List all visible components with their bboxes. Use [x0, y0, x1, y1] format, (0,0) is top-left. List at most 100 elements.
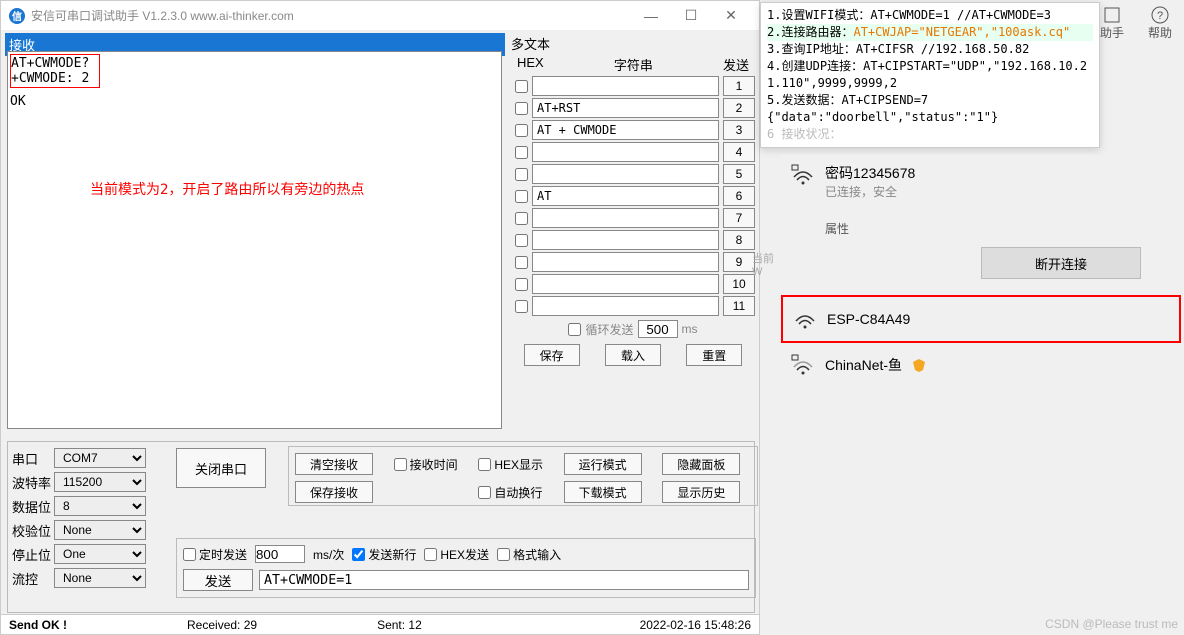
status-received: Received: 29 — [187, 618, 257, 632]
recv-line: AT+CWMODE? — [11, 56, 99, 71]
hex-send-checkbox[interactable]: HEX发送 — [424, 546, 489, 563]
hex-checkbox[interactable] — [515, 146, 528, 159]
hex-checkbox[interactable] — [515, 102, 528, 115]
serial-panel: 串口COM7 波特率115200 数据位8 校验位None 停止位One 流控N… — [7, 441, 755, 613]
cmd-input[interactable] — [532, 230, 719, 250]
show-history-button[interactable]: 显示历史 — [662, 481, 740, 503]
auto-wrap-checkbox[interactable]: 自动换行 — [478, 484, 553, 501]
multi-head: HEX 字符串 发送 — [511, 55, 755, 74]
titlebar: 信 安信可串口调试助手 V1.2.3.0 www.ai-thinker.com … — [1, 1, 759, 31]
save-button[interactable]: 保存 — [524, 344, 580, 366]
close-button[interactable]: ✕ — [711, 7, 751, 24]
multi-row: 1 — [511, 76, 755, 96]
send-n-button[interactable]: 11 — [723, 296, 755, 316]
toolbar: 清空接收 接收时间 HEX显示 运行模式 隐藏面板 保存接收 自动换行 下载模式… — [288, 446, 758, 506]
multi-row: 6 — [511, 186, 755, 206]
clear-recv-button[interactable]: 清空接收 — [295, 453, 373, 475]
send-n-button[interactable]: 7 — [723, 208, 755, 228]
send-n-button[interactable]: 3 — [723, 120, 755, 140]
cmd-input[interactable] — [532, 274, 719, 294]
cmd-input[interactable] — [532, 76, 719, 96]
send-n-button[interactable]: 5 — [723, 164, 755, 184]
background-text: 当前 W — [752, 250, 782, 278]
parity-select[interactable]: None — [54, 520, 146, 540]
send-button[interactable]: 发送 — [183, 569, 253, 591]
hex-checkbox[interactable] — [515, 278, 528, 291]
hex-display-checkbox[interactable]: HEX显示 — [478, 456, 553, 473]
multi-title: 多文本 — [511, 34, 755, 53]
send-n-button[interactable]: 8 — [723, 230, 755, 250]
cmd-input[interactable] — [532, 252, 719, 272]
loop-checkbox[interactable] — [568, 323, 581, 336]
save-recv-button[interactable]: 保存接收 — [295, 481, 373, 503]
timed-send-checkbox[interactable]: 定时发送 — [183, 546, 247, 563]
loop-interval-input[interactable] — [638, 320, 678, 338]
send-n-button[interactable]: 10 — [723, 274, 755, 294]
col-hex: HEX — [517, 55, 544, 74]
wifi-connected[interactable]: 密码12345678 已连接，安全 — [781, 155, 1181, 208]
flowctrl-select[interactable]: None — [54, 568, 146, 588]
hex-checkbox[interactable] — [515, 190, 528, 203]
hex-checkbox[interactable] — [515, 234, 528, 247]
send-n-button[interactable]: 2 — [723, 98, 755, 118]
minimize-button[interactable]: — — [631, 8, 671, 24]
download-mode-button[interactable]: 下载模式 — [564, 481, 642, 503]
assistant-icon[interactable]: 助手 — [1100, 6, 1124, 41]
right-icons: 助手 ? 帮助 — [1100, 6, 1172, 41]
help-icon[interactable]: ? 帮助 — [1148, 6, 1172, 41]
serial-settings: 串口COM7 波特率115200 数据位8 校验位None 停止位One 流控N… — [12, 448, 162, 592]
cmd-input[interactable] — [532, 164, 719, 184]
multi-row: 2 — [511, 98, 755, 118]
hide-panel-button[interactable]: 隐藏面板 — [662, 453, 740, 475]
maximize-button[interactable]: ☐ — [671, 7, 711, 24]
recv-time-checkbox[interactable]: 接收时间 — [394, 456, 469, 473]
app-logo-icon: 信 — [9, 8, 25, 24]
hex-checkbox[interactable] — [515, 124, 528, 137]
baud-select[interactable]: 115200 — [54, 472, 146, 492]
send-n-button[interactable]: 1 — [723, 76, 755, 96]
cmd-input[interactable] — [532, 98, 719, 118]
command-input[interactable] — [259, 570, 749, 590]
databits-select[interactable]: 8 — [54, 496, 146, 516]
col-send: 发送 — [723, 55, 749, 74]
wifi-network-item[interactable]: ESP-C84A49 — [781, 295, 1181, 343]
cmd-input[interactable] — [532, 120, 719, 140]
send-n-button[interactable]: 6 — [723, 186, 755, 206]
wifi-lock-icon — [791, 163, 815, 187]
receive-textarea[interactable]: AT+CWMODE? +CWMODE: 2 OK 当前模式为2，开启了路由所以有… — [7, 51, 502, 429]
send-n-button[interactable]: 9 — [723, 252, 755, 272]
wifi-properties-link[interactable]: 属性 — [825, 220, 1181, 237]
setting-label: 校验位 — [12, 521, 54, 540]
hex-checkbox[interactable] — [515, 168, 528, 181]
timed-interval-input[interactable] — [255, 545, 305, 563]
recv-line: +CWMODE: 2 — [11, 71, 99, 86]
status-timestamp: 2022-02-16 15:48:26 — [640, 618, 751, 632]
wifi-lock-icon — [791, 353, 815, 377]
cmd-input[interactable] — [532, 186, 719, 206]
send-n-button[interactable]: 4 — [723, 142, 755, 162]
stopbits-select[interactable]: One — [54, 544, 146, 564]
watermark: CSDN @Please trust me — [1045, 617, 1178, 631]
status-sent: Sent: 12 — [377, 618, 422, 632]
hex-checkbox[interactable] — [515, 300, 528, 313]
cmd-input[interactable] — [532, 296, 719, 316]
status-send: Send OK ! — [9, 618, 67, 632]
reset-button[interactable]: 重置 — [686, 344, 742, 366]
window-title: 安信可串口调试助手 V1.2.3.0 www.ai-thinker.com — [31, 7, 294, 24]
multi-row: 11 — [511, 296, 755, 316]
run-mode-button[interactable]: 运行模式 — [564, 453, 642, 475]
close-port-button[interactable]: 关闭串口 — [176, 448, 266, 488]
wifi-network-item[interactable]: ChinaNet-鱼 — [781, 343, 1181, 387]
send-panel: 定时发送 ms/次 发送新行 HEX发送 格式输入 发送 — [176, 538, 756, 598]
hex-checkbox[interactable] — [515, 256, 528, 269]
fmt-input-checkbox[interactable]: 格式输入 — [497, 546, 561, 563]
send-newline-checkbox[interactable]: 发送新行 — [352, 546, 416, 563]
svg-text:?: ? — [1157, 10, 1163, 22]
cmd-input[interactable] — [532, 208, 719, 228]
disconnect-button[interactable]: 断开连接 — [981, 247, 1141, 279]
hex-checkbox[interactable] — [515, 212, 528, 225]
port-select[interactable]: COM7 — [54, 448, 146, 468]
hex-checkbox[interactable] — [515, 80, 528, 93]
load-button[interactable]: 载入 — [605, 344, 661, 366]
cmd-input[interactable] — [532, 142, 719, 162]
